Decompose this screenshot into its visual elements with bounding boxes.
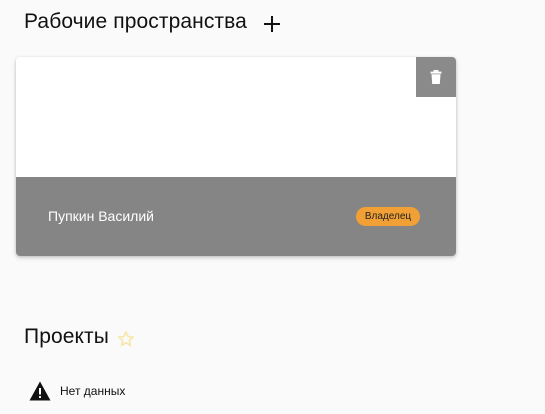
warning-icon bbox=[29, 381, 51, 401]
projects-header: Проекты bbox=[24, 323, 135, 351]
star-outline-icon[interactable] bbox=[117, 330, 135, 348]
workspaces-header: Рабочие пространства bbox=[24, 8, 283, 36]
add-workspace-button[interactable] bbox=[261, 13, 283, 35]
workspaces-title: Рабочие пространства bbox=[24, 10, 247, 33]
workspace-card[interactable]: Пупкин Василий Владелец bbox=[16, 57, 456, 256]
projects-empty-state: Нет данных bbox=[29, 381, 125, 401]
workspace-card-footer: Пупкин Василий Владелец bbox=[16, 177, 456, 256]
plus-icon bbox=[263, 16, 280, 32]
role-badge: Владелец bbox=[356, 207, 420, 226]
workspace-owner-name: Пупкин Василий bbox=[48, 208, 154, 224]
delete-workspace-button[interactable] bbox=[416, 57, 456, 97]
empty-state-text: Нет данных bbox=[60, 384, 126, 398]
trash-icon bbox=[430, 70, 442, 84]
projects-title: Проекты bbox=[24, 325, 109, 348]
workspace-card-preview bbox=[16, 57, 456, 177]
